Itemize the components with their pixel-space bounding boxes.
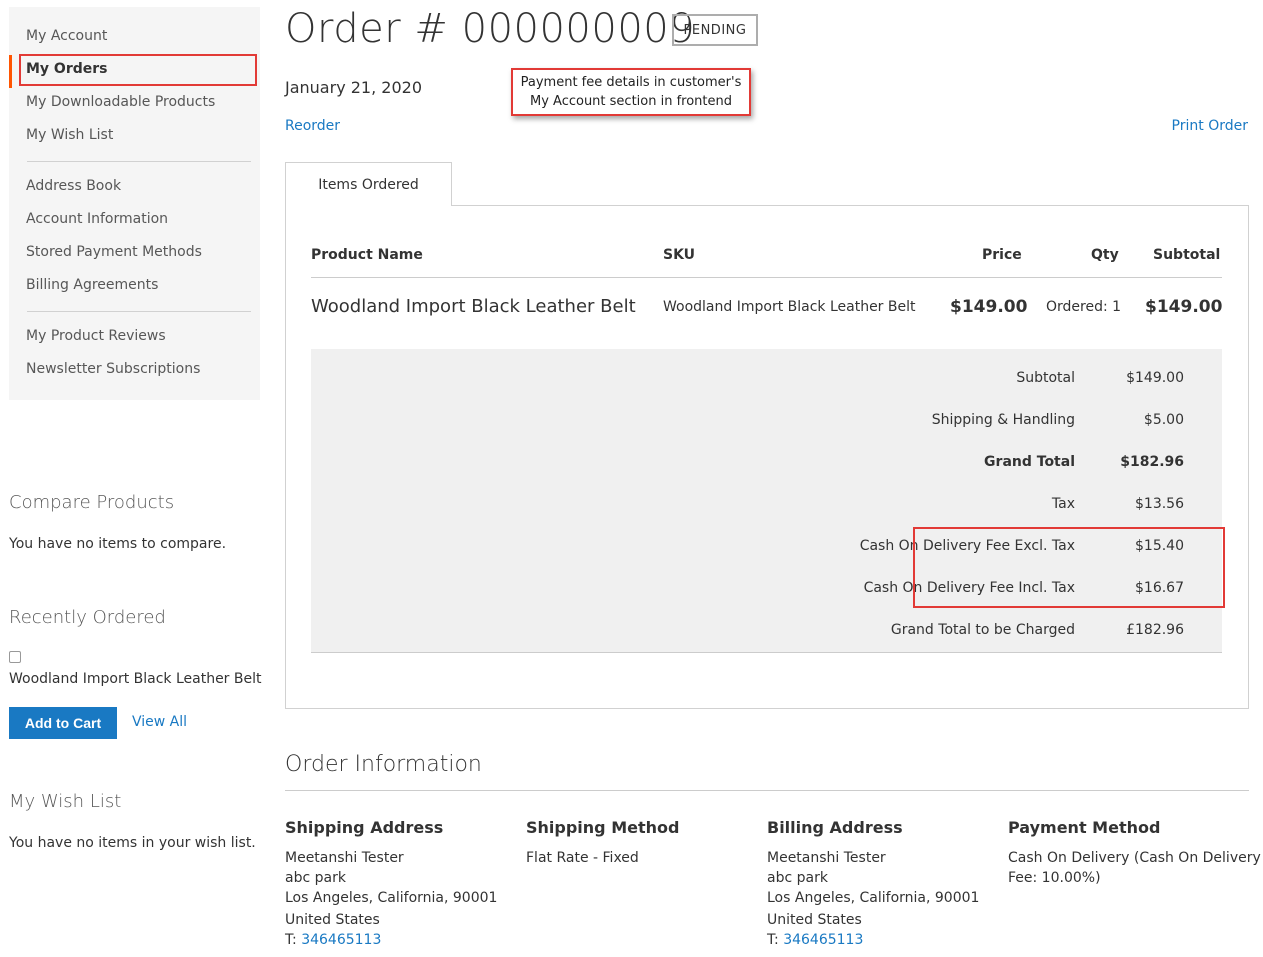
nav-divider	[27, 311, 251, 312]
status-badge: PENDING	[672, 14, 758, 46]
row-qty: Ordered: 1	[1046, 299, 1122, 315]
shipping-city: Los Angeles, California, 90001	[285, 890, 498, 906]
header-sku: SKU	[663, 247, 696, 263]
tab-items-ordered[interactable]: Items Ordered	[285, 162, 452, 206]
nav-account-information[interactable]: Account Information	[26, 211, 168, 227]
total-value-subtotal: $149.00	[1126, 370, 1184, 386]
shipping-address-title: Shipping Address	[285, 818, 444, 837]
add-to-cart-button[interactable]: Add to Cart	[9, 707, 117, 739]
shipping-phone-link[interactable]: 346465113	[301, 932, 381, 948]
row-product-name: Woodland Import Black Leather Belt	[311, 296, 636, 317]
payment-method-title: Payment Method	[1008, 818, 1161, 837]
shipping-method-value: Flat Rate - Fixed	[526, 850, 639, 866]
wish-list-title: My Wish List	[9, 791, 122, 812]
order-information-divider	[285, 790, 1249, 791]
account-nav: My Account My Orders My Downloadable Pro…	[9, 7, 260, 400]
shipping-method-title: Shipping Method	[526, 818, 680, 837]
recently-ordered-title: Recently Ordered	[9, 607, 166, 628]
callout-line-2: My Account section in frontend	[529, 94, 732, 109]
recent-item-name[interactable]: Woodland Import Black Leather Belt	[9, 671, 262, 687]
total-label-charged: Grand Total to be Charged	[890, 622, 1075, 638]
shipping-phone-prefix: T:	[285, 932, 297, 948]
wish-list-empty: You have no items in your wish list.	[9, 835, 256, 851]
shipping-phone: T: 346465113	[285, 930, 381, 950]
header-price: Price	[982, 247, 1022, 263]
shipping-name: Meetanshi Tester	[285, 850, 404, 866]
row-subtotal: $149.00	[1145, 297, 1223, 317]
shipping-street: abc park	[285, 870, 346, 886]
print-order-link[interactable]: Print Order	[1172, 118, 1248, 134]
nav-divider	[27, 161, 251, 162]
fee-highlight-box	[913, 527, 1225, 608]
nav-my-wish-list[interactable]: My Wish List	[26, 127, 113, 143]
annotation-callout: Payment fee details in customer's My Acc…	[511, 68, 751, 116]
total-label-shipping: Shipping & Handling	[931, 412, 1075, 428]
header-product-name: Product Name	[311, 247, 423, 263]
page-title: Order # 000000009	[285, 6, 696, 52]
total-value-shipping: $5.00	[1143, 412, 1184, 428]
total-label-subtotal: Subtotal	[1016, 370, 1075, 386]
billing-city: Los Angeles, California, 90001	[767, 890, 980, 906]
active-indicator	[9, 55, 12, 88]
nav-address-book[interactable]: Address Book	[26, 178, 121, 194]
table-header-divider	[311, 277, 1222, 278]
nav-stored-payment-methods[interactable]: Stored Payment Methods	[26, 244, 202, 260]
billing-address-title: Billing Address	[767, 818, 903, 837]
total-value-grand-total: $182.96	[1120, 454, 1184, 470]
row-sku: Woodland Import Black Leather Belt	[663, 299, 916, 315]
total-value-charged: £182.96	[1126, 622, 1184, 638]
nav-my-product-reviews[interactable]: My Product Reviews	[26, 328, 166, 344]
billing-name: Meetanshi Tester	[767, 850, 886, 866]
order-date: January 21, 2020	[285, 78, 422, 97]
billing-country: United States	[767, 912, 862, 928]
reorder-link[interactable]: Reorder	[285, 118, 340, 134]
nav-my-account[interactable]: My Account	[26, 28, 107, 44]
shipping-country: United States	[285, 912, 380, 928]
order-information-title: Order Information	[285, 752, 482, 777]
row-price: $149.00	[950, 297, 1028, 317]
total-value-tax: $13.56	[1135, 496, 1184, 512]
nav-my-orders[interactable]: My Orders	[26, 61, 108, 77]
total-label-grand-total: Grand Total	[984, 454, 1075, 470]
recent-item-checkbox[interactable]	[9, 651, 21, 663]
view-all-link[interactable]: View All	[132, 714, 187, 730]
billing-phone-link[interactable]: 346465113	[783, 932, 863, 948]
header-subtotal: Subtotal	[1153, 247, 1221, 263]
total-label-tax: Tax	[1051, 496, 1075, 512]
billing-phone-prefix: T:	[767, 932, 779, 948]
compare-products-empty: You have no items to compare.	[9, 536, 227, 552]
nav-newsletter-subscriptions[interactable]: Newsletter Subscriptions	[26, 361, 200, 377]
billing-street: abc park	[767, 870, 828, 886]
nav-my-downloadable-products[interactable]: My Downloadable Products	[26, 94, 215, 110]
compare-products-title: Compare Products	[9, 492, 175, 513]
callout-line-1: Payment fee details in customer's	[520, 75, 742, 90]
header-qty: Qty	[1091, 247, 1119, 263]
nav-billing-agreements[interactable]: Billing Agreements	[26, 277, 158, 293]
payment-method-line-1: Cash On Delivery (Cash On Delivery	[1008, 850, 1261, 866]
payment-method-line-2: Fee: 10.00%)	[1008, 870, 1101, 886]
billing-phone: T: 346465113	[767, 930, 863, 950]
